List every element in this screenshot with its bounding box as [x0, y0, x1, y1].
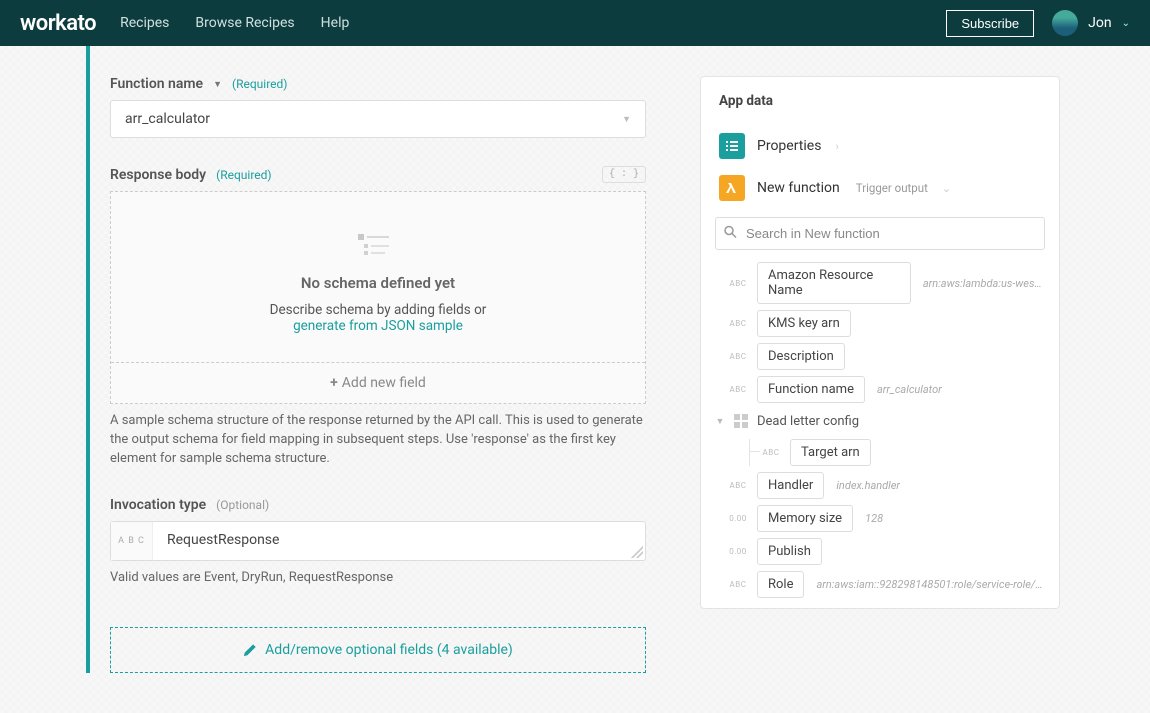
caret-down-icon: ▼ [213, 79, 222, 90]
nav-browse[interactable]: Browse Recipes [195, 15, 294, 31]
function-name-value: arr_calculator [125, 111, 622, 127]
panel-title: App data [715, 93, 1045, 109]
add-field-button[interactable]: Add new field [111, 362, 645, 403]
pill-target-arn[interactable]: ABC Target arn [760, 439, 1045, 466]
required-badge: (Required) [232, 77, 287, 91]
function-name-field: Function name ▼ (Required) arr_calculato… [110, 76, 646, 138]
properties-row[interactable]: Properties › [715, 125, 1045, 167]
pill-function-name[interactable]: ABC Function name arr_calculator [727, 376, 1045, 403]
response-body-field: Response body (Required) { : } [110, 166, 646, 469]
pill-kms[interactable]: ABC KMS key arn [727, 310, 1045, 337]
invocation-type-field: Invocation type (Optional) A B C Request… [110, 497, 646, 588]
generate-json-link[interactable]: generate from JSON sample [293, 318, 463, 334]
invocation-type-value[interactable]: RequestResponse [153, 522, 629, 560]
pill-description[interactable]: ABC Description [727, 343, 1045, 370]
new-function-row[interactable]: New function Trigger output ⌄ [715, 167, 1045, 209]
trigger-output-label: Trigger output [856, 181, 928, 195]
nav-links: Recipes Browse Recipes Help [120, 15, 349, 31]
form-area: Function name ▼ (Required) arr_calculato… [90, 46, 670, 673]
chevron-down-icon: ▼ [622, 114, 631, 125]
group-dead-letter[interactable]: ▼ Dead letter config [715, 409, 1045, 433]
type-badge-num: 0.00 [727, 547, 749, 556]
required-badge: (Required) [216, 168, 271, 182]
avatar [1052, 10, 1078, 36]
top-nav: workato Recipes Browse Recipes Help Subs… [0, 0, 1150, 46]
pill-memory-size[interactable]: 0.00 Memory size 128 [727, 505, 1045, 532]
user-menu[interactable]: Jon ⌄ [1052, 10, 1130, 36]
type-badge-abc: ABC [727, 580, 749, 589]
function-name-select[interactable]: arr_calculator ▼ [110, 100, 646, 138]
caret-down-icon: ▼ [715, 416, 725, 427]
nav-help[interactable]: Help [321, 15, 350, 31]
type-badge-abc: ABC [760, 448, 782, 457]
chevron-right-icon: › [835, 140, 838, 153]
object-icon [733, 413, 749, 429]
schema-empty-title: No schema defined yet [131, 274, 625, 292]
pill-role[interactable]: ABC Role arn:aws:iam::928298148501:role/… [727, 571, 1045, 598]
properties-icon [719, 133, 745, 159]
invocation-type-label: Invocation type [110, 497, 206, 513]
type-badge-num: 0.00 [727, 514, 749, 523]
chevron-down-icon: ⌄ [1122, 18, 1130, 29]
type-badge-abc: ABC [727, 319, 749, 328]
nav-recipes[interactable]: Recipes [120, 15, 169, 31]
data-pill-list: ABC Amazon Resource Name arn:aws:lambda:… [715, 262, 1045, 598]
new-function-label: New function [757, 180, 840, 196]
pencil-icon [243, 643, 257, 657]
response-body-label: Response body [110, 167, 206, 183]
lambda-icon [719, 175, 745, 201]
resize-handle[interactable] [631, 546, 643, 558]
search-input[interactable] [715, 217, 1045, 250]
properties-label: Properties [757, 138, 821, 154]
schema-desc-text: Describe schema by adding fields or [270, 302, 487, 318]
type-badge-abc: ABC [727, 352, 749, 361]
response-help-text: A sample schema structure of the respons… [110, 412, 646, 469]
function-name-label: Function name [110, 76, 203, 92]
schema-editor: No schema defined yet Describe schema by… [110, 191, 646, 404]
pill-handler[interactable]: ABC Handler index.handler [727, 472, 1045, 499]
code-toggle[interactable]: { : } [602, 166, 646, 183]
add-remove-optional-button[interactable]: Add/remove optional fields (4 available) [110, 627, 646, 673]
subscribe-button[interactable]: Subscribe [946, 10, 1034, 37]
pill-publish[interactable]: 0.00 Publish [727, 538, 1045, 565]
app-data-sidebar: App data Properties › New function Trigg… [700, 76, 1060, 673]
optional-badge: (Optional) [216, 498, 269, 512]
type-badge-abc: ABC [727, 385, 749, 394]
chevron-down-icon: ⌄ [942, 182, 951, 195]
type-badge-abc: ABC [727, 279, 749, 288]
invocation-type-input[interactable]: A B C RequestResponse [110, 521, 646, 561]
type-badge-abc: ABC [727, 481, 749, 490]
username: Jon [1088, 15, 1111, 31]
invocation-help-text: Valid values are Event, DryRun, RequestR… [110, 569, 646, 588]
schema-empty-icon [358, 230, 398, 260]
type-badge-abc: A B C [111, 522, 153, 560]
logo[interactable]: workato [20, 11, 96, 36]
pill-arn[interactable]: ABC Amazon Resource Name arn:aws:lambda:… [727, 262, 1045, 304]
